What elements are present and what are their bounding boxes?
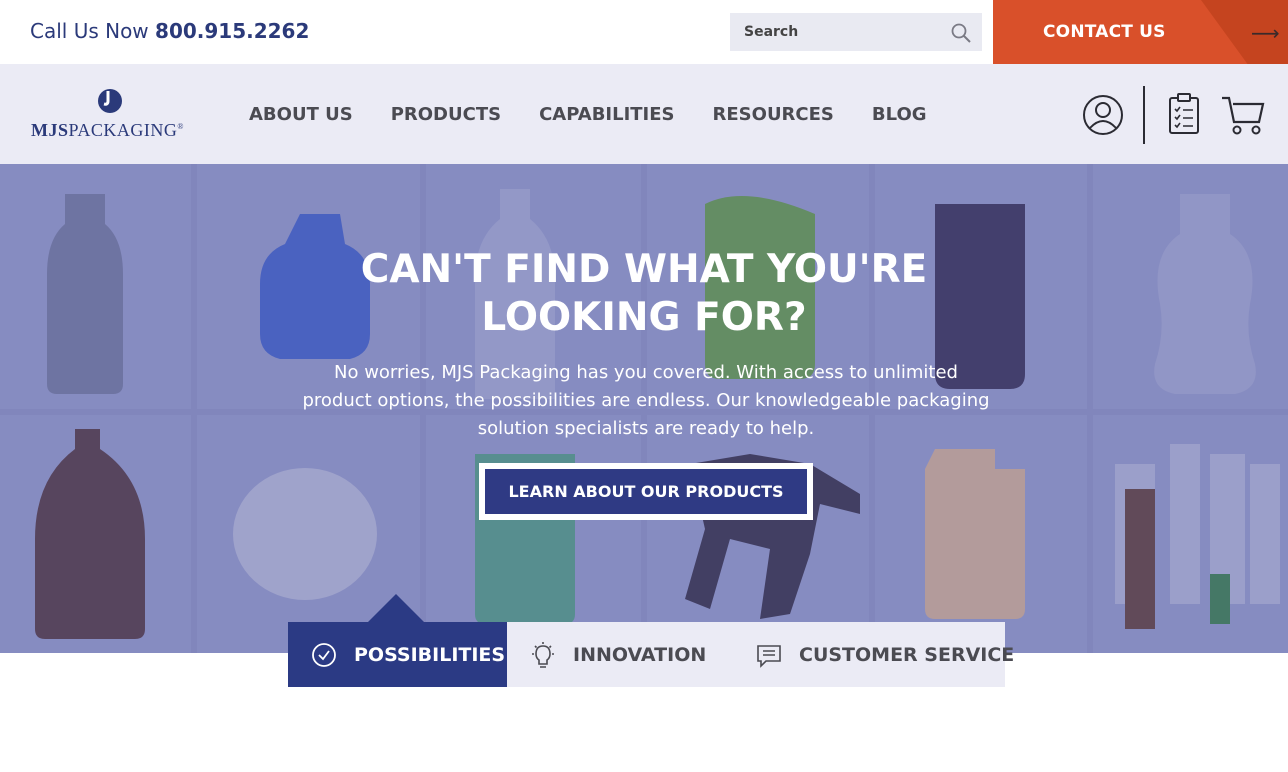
quote-clipboard-icon[interactable] — [1168, 93, 1200, 135]
tab-customer-service[interactable]: CUSTOMER SERVICE — [731, 622, 1014, 687]
nav-about-us[interactable]: ABOUT US — [249, 104, 353, 125]
nav-products[interactable]: PRODUCTS — [391, 104, 501, 125]
shopping-cart-icon[interactable] — [1221, 94, 1265, 136]
logo-wordmark: MJSPACKAGING® — [31, 120, 184, 140]
hero-banner: CAN'T FIND WHAT YOU'RE LOOKING FOR? No w… — [0, 164, 1288, 653]
search-input[interactable] — [730, 13, 935, 51]
contact-us-button[interactable]: CONTACT US ⟶ — [993, 0, 1288, 64]
contact-us-label: CONTACT US — [1043, 22, 1166, 42]
search-icon[interactable] — [950, 22, 972, 44]
phone-number[interactable]: 800.915.2262 — [155, 19, 309, 43]
logo-mark-icon — [98, 89, 122, 113]
check-circle-icon — [312, 642, 336, 667]
top-bar: Call Us Now 800.915.2262 CONTACT US ⟶ — [0, 0, 1288, 64]
arrow-right-icon: ⟶ — [1251, 21, 1280, 45]
user-account-icon[interactable] — [1082, 94, 1124, 136]
nav-divider — [1143, 86, 1145, 144]
tab-possibilities[interactable]: POSSIBILITIES — [288, 594, 507, 687]
nav-blog[interactable]: BLOG — [872, 104, 927, 125]
document-lines-icon — [757, 644, 781, 668]
nav-utility-icons — [1080, 84, 1270, 144]
feature-tabs: POSSIBILITIES INNOVATION CUSTOMER SERVIC… — [288, 594, 1014, 687]
tab-customer-service-label: CUSTOMER SERVICE — [799, 643, 1015, 666]
nav-resources[interactable]: RESOURCES — [713, 104, 834, 125]
hero-body-text: No worries, MJS Packaging has you covere… — [302, 362, 990, 439]
tab-innovation[interactable]: INNOVATION — [507, 622, 731, 687]
phone-callout[interactable]: Call Us Now 800.915.2262 — [30, 19, 309, 43]
lightbulb-icon — [532, 641, 554, 668]
phone-prefix: Call Us Now — [30, 19, 149, 43]
mjs-logo[interactable]: MJSPACKAGING® — [31, 88, 201, 140]
main-navigation: MJSPACKAGING® ABOUT US PRODUCTS CAPABILI… — [0, 64, 1288, 164]
tab-innovation-label: INNOVATION — [573, 643, 707, 666]
search-box — [730, 13, 982, 51]
learn-about-products-button[interactable]: LEARN ABOUT OUR PRODUCTS — [479, 463, 813, 520]
nav-capabilities[interactable]: CAPABILITIES — [539, 104, 674, 125]
tab-possibilities-label: POSSIBILITIES — [354, 643, 506, 666]
hero-heading: CAN'T FIND WHAT YOU'RE LOOKING FOR? — [360, 247, 928, 340]
primary-nav: ABOUT US PRODUCTS CAPABILITIES RESOURCES… — [249, 104, 965, 125]
